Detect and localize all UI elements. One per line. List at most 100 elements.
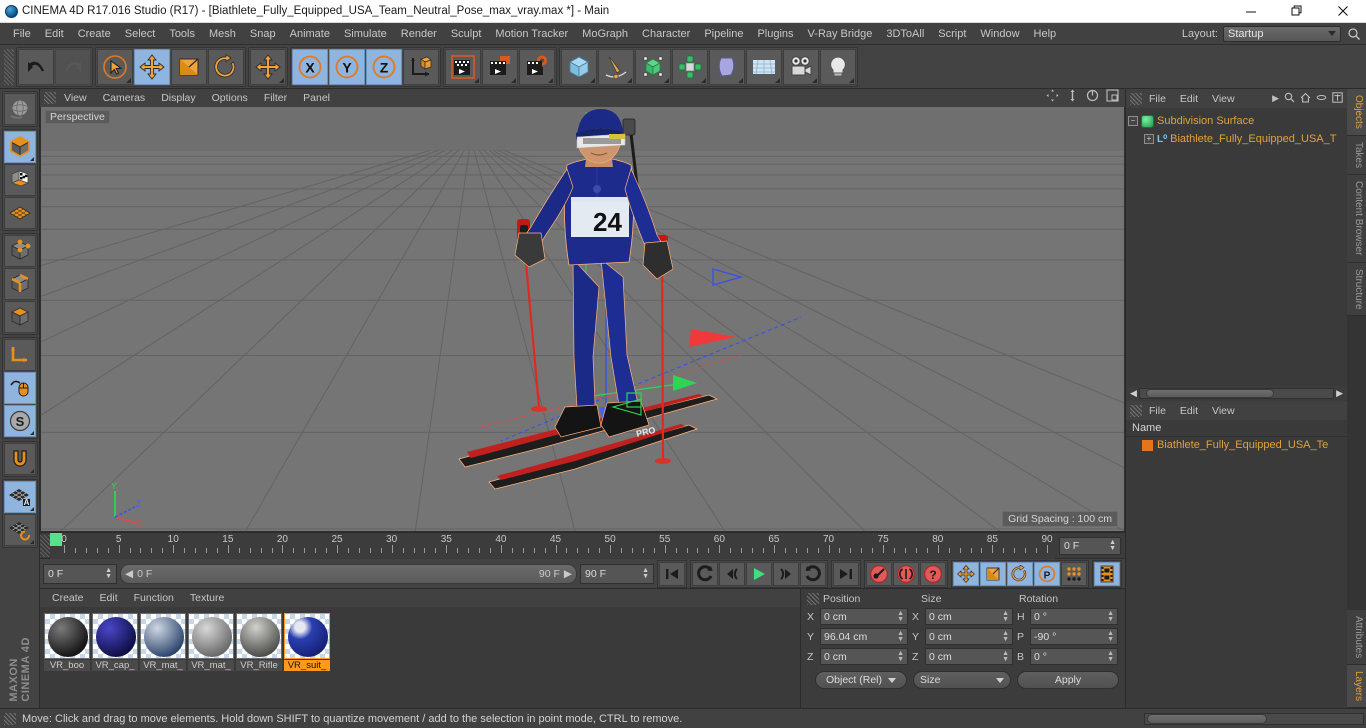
go-to-next-frame-button[interactable] xyxy=(773,561,799,586)
add-array-button[interactable] xyxy=(672,48,708,85)
menu-sculpt[interactable]: Sculpt xyxy=(444,26,489,42)
add-generator-button[interactable] xyxy=(635,48,671,85)
viewport-3d[interactable]: PRO 24 Perspective Grid Spacing: 100 cm… xyxy=(40,107,1125,532)
layers-list[interactable]: Name Biathlete_Fully_Equipped_USA_Te xyxy=(1126,420,1347,708)
viewport-pan-icon[interactable] xyxy=(1046,89,1059,107)
layers-menu-file[interactable]: File xyxy=(1142,405,1173,417)
go-to-start-button[interactable] xyxy=(659,561,685,586)
tab-takes[interactable]: Takes xyxy=(1347,135,1366,176)
scroll-thumb[interactable] xyxy=(1145,389,1274,398)
scroll-right-arrow-icon[interactable]: ▶ xyxy=(1334,388,1345,399)
spinner-icon[interactable]: ▲ ▼ xyxy=(1002,630,1009,643)
spinner-icon[interactable]: ▲ ▼ xyxy=(897,650,904,663)
coordinate-mode-dropdown[interactable]: Object (Rel) xyxy=(815,671,907,689)
add-cube-object-button[interactable] xyxy=(561,48,597,85)
rotation-h-input[interactable]: 0 ° ▲ ▼ xyxy=(1030,608,1118,625)
tab-structure[interactable]: Structure xyxy=(1347,262,1366,317)
lock-z-axis[interactable]: Z xyxy=(366,48,402,85)
add-spline-button[interactable] xyxy=(598,48,634,85)
size-x-input[interactable]: 0 cm ▲ ▼ xyxy=(925,608,1013,625)
rotate-tool[interactable] xyxy=(208,48,244,85)
viewport-maximize-icon[interactable] xyxy=(1106,89,1119,107)
enable-axis-modification-button[interactable] xyxy=(3,339,36,371)
layout-dropdown[interactable]: Startup xyxy=(1223,25,1341,42)
position-z-input[interactable]: 0 cm ▲ ▼ xyxy=(820,648,908,665)
objects-tree[interactable]: − Subdivision Surface + L⁰ Biathlete_Ful… xyxy=(1126,108,1347,386)
status-bar-drag-handle[interactable] xyxy=(4,712,16,725)
redo-button[interactable] xyxy=(55,48,91,85)
go-to-previous-key-button[interactable] xyxy=(692,561,718,586)
edges-mode-button[interactable] xyxy=(3,268,36,300)
enable-snap-button[interactable] xyxy=(3,443,36,475)
lock-workplane-button[interactable]: A xyxy=(3,481,36,513)
lock-x-axis[interactable]: X xyxy=(292,48,328,85)
move-tool[interactable] xyxy=(134,48,170,85)
spinner-icon[interactable]: ▲ ▼ xyxy=(1107,630,1114,643)
biathlete-model[interactable]: PRO 24 xyxy=(441,107,801,532)
range-left-arrow-icon[interactable]: ◀ xyxy=(125,568,133,580)
expand-collapse-icon[interactable]: + xyxy=(1144,134,1154,144)
spinner-icon[interactable]: ▲ ▼ xyxy=(105,567,112,580)
apply-button[interactable]: Apply xyxy=(1017,671,1119,689)
menu-select[interactable]: Select xyxy=(118,26,163,42)
objects-panel-drag-handle[interactable] xyxy=(1130,92,1142,105)
expand-box-icon[interactable] xyxy=(1332,90,1343,108)
anim-start-frame-field[interactable]: 0 F ▲ ▼ xyxy=(43,563,117,584)
go-to-end-button[interactable] xyxy=(833,561,859,586)
scale-tool[interactable] xyxy=(171,48,207,85)
polygons-mode-button[interactable] xyxy=(3,301,36,333)
range-right-arrow-icon[interactable]: ▶ xyxy=(564,568,572,580)
auto-switch-mode-button[interactable] xyxy=(3,372,36,404)
search-icon[interactable] xyxy=(1346,26,1362,42)
point-level-animation-toggle[interactable] xyxy=(1061,561,1087,586)
position-y-input[interactable]: 96.04 cm ▲ ▼ xyxy=(820,628,908,645)
search-icon[interactable] xyxy=(1284,90,1295,108)
size-mode-dropdown[interactable]: Size xyxy=(913,671,1011,689)
undo-view-button[interactable] xyxy=(3,93,36,125)
soft-selection-button[interactable]: S xyxy=(3,405,36,437)
viewport-drag-handle[interactable] xyxy=(44,92,56,104)
lock-y-axis[interactable]: Y xyxy=(329,48,365,85)
tab-layers[interactable]: Layers xyxy=(1347,664,1366,708)
menu-help[interactable]: Help xyxy=(1027,26,1064,42)
expand-collapse-icon[interactable]: − xyxy=(1128,116,1138,126)
toolbar-drag-handle[interactable] xyxy=(4,48,14,85)
position-x-input[interactable]: 0 cm ▲ ▼ xyxy=(820,608,908,625)
autokeying-button[interactable] xyxy=(893,561,919,586)
timeline-track[interactable]: 0 5 10 15 20 25 30 35 40 45 50 55 60 65 70 75 80 85 90 xyxy=(50,532,1055,559)
render-view-button[interactable] xyxy=(445,48,481,85)
menu-motion-tracker[interactable]: Motion Tracker xyxy=(488,26,575,42)
spinner-icon[interactable]: ▲ ▼ xyxy=(897,610,904,623)
material-menu-function[interactable]: Function xyxy=(126,592,182,604)
material-item-selected[interactable]: VR_suit_ xyxy=(284,613,330,671)
coordinates-drag-handle[interactable] xyxy=(807,593,819,605)
layer-color-swatch[interactable] xyxy=(1142,439,1153,451)
menu-tools[interactable]: Tools xyxy=(162,26,202,42)
spinner-icon[interactable]: ▲ ▼ xyxy=(642,567,649,580)
spinner-icon[interactable]: ▲ ▼ xyxy=(1002,650,1009,663)
layer-row[interactable]: Biathlete_Fully_Equipped_USA_Te xyxy=(1126,437,1347,453)
rotation-key-toggle[interactable] xyxy=(1007,561,1033,586)
menu-render[interactable]: Render xyxy=(394,26,444,42)
objects-horizontal-scrollbar[interactable]: ◀ ▶ xyxy=(1126,386,1347,401)
menu-file[interactable]: File xyxy=(6,26,38,42)
material-item[interactable]: VR_cap_ xyxy=(92,613,138,671)
viewport-menu-display[interactable]: Display xyxy=(153,92,203,104)
size-z-input[interactable]: 0 cm ▲ ▼ xyxy=(925,648,1013,665)
tab-content-browser[interactable]: Content Browser xyxy=(1347,175,1366,263)
go-to-next-key-button[interactable] xyxy=(800,561,826,586)
anim-end-frame-field[interactable]: 90 F ▲ ▼ xyxy=(580,563,654,584)
layers-menu-view[interactable]: View xyxy=(1205,405,1242,417)
menu-animate[interactable]: Animate xyxy=(283,26,337,42)
ellipse-icon[interactable] xyxy=(1316,90,1327,108)
material-item[interactable]: VR_mat_ xyxy=(140,613,186,671)
spinner-icon[interactable]: ▲ ▼ xyxy=(1109,539,1116,552)
menu-snap[interactable]: Snap xyxy=(243,26,283,42)
material-item[interactable]: VR_boo xyxy=(44,613,90,671)
close-button[interactable] xyxy=(1320,0,1366,23)
menu-edit[interactable]: Edit xyxy=(38,26,71,42)
menu-create[interactable]: Create xyxy=(71,26,118,42)
tab-attributes[interactable]: Attributes xyxy=(1347,609,1366,665)
add-camera-button[interactable] xyxy=(783,48,819,85)
timeline-current-frame-field[interactable]: 0 F ▲ ▼ xyxy=(1059,536,1121,555)
